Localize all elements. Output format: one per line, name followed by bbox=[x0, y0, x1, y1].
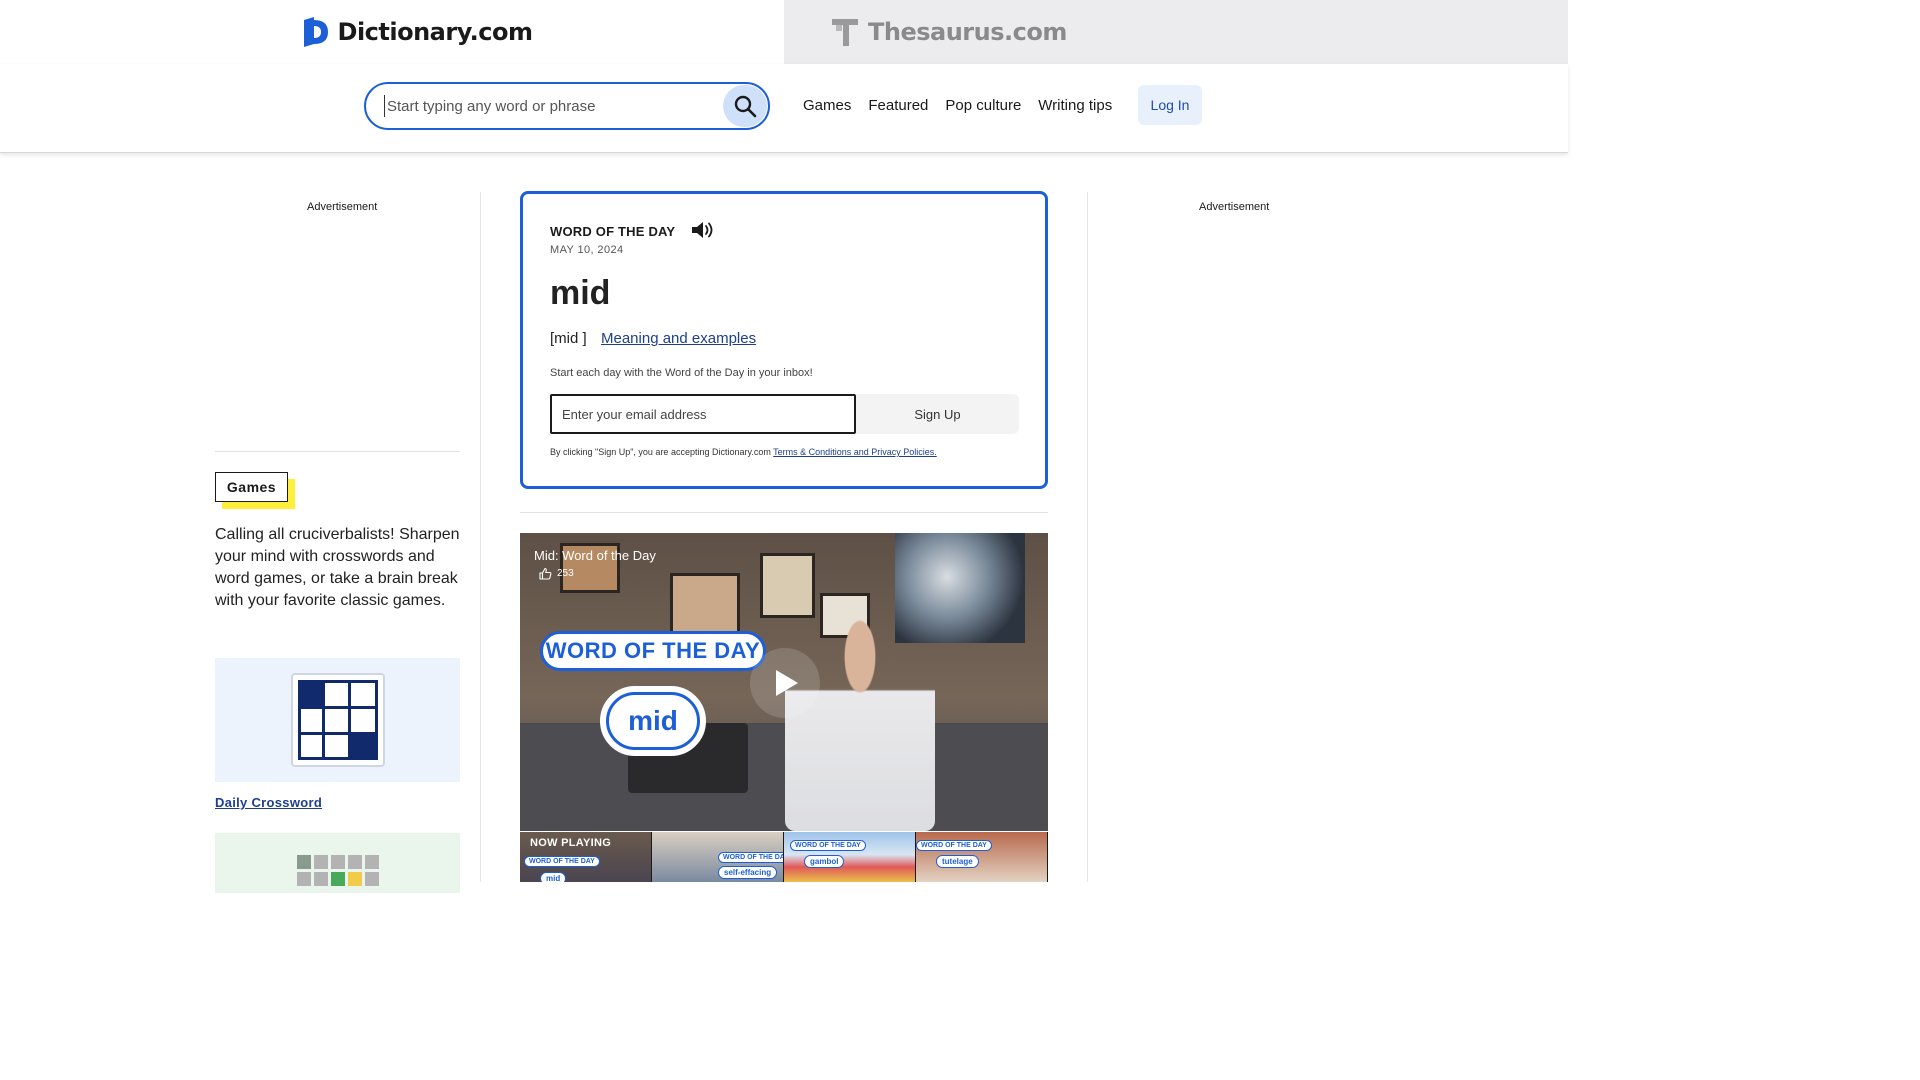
thumbs-up-icon bbox=[539, 567, 552, 580]
word-of-the-day-card: WORD OF THE DAY MAY 10, 2024 mid [mid ] … bbox=[520, 191, 1048, 489]
now-playing-label: NOW PLAYING bbox=[530, 837, 612, 849]
wotd-date: MAY 10, 2024 bbox=[550, 244, 624, 256]
right-ad-label: Advertisement bbox=[1199, 201, 1270, 213]
thumb-label: WORD OF THE DAY bbox=[916, 840, 992, 851]
legal-prefix: By clicking "Sign Up", you are accepting… bbox=[550, 447, 771, 457]
audio-button[interactable] bbox=[691, 220, 715, 245]
legal-notice: By clicking "Sign Up", you are accepting… bbox=[550, 447, 937, 457]
presenter bbox=[785, 613, 935, 831]
search-input[interactable] bbox=[384, 95, 704, 117]
play-icon bbox=[776, 670, 798, 696]
thumb-word: self-effacing bbox=[718, 866, 778, 879]
dictionary-tab[interactable]: Dictionary.com bbox=[0, 0, 784, 64]
video-player[interactable]: Mid: Word of the Day 253 WORD OF THE DAY… bbox=[520, 533, 1048, 831]
playlist-item[interactable]: WORD OF THE DAY tutelage bbox=[916, 832, 1048, 882]
thesaurus-brand-name: Thesaurus.com bbox=[868, 18, 1067, 46]
main-nav: Games Featured Pop culture Writing tips bbox=[803, 97, 1129, 114]
games-description: Calling all cruciverbalists! Sharpen you… bbox=[215, 526, 460, 609]
meaning-and-examples-link[interactable]: Meaning and examples bbox=[601, 330, 756, 347]
nav-featured[interactable]: Featured bbox=[868, 97, 928, 114]
wotd-word: mid bbox=[550, 274, 611, 312]
nav-writing-tips[interactable]: Writing tips bbox=[1038, 97, 1112, 114]
video-overlay-word: mid bbox=[606, 692, 700, 750]
couch bbox=[520, 723, 1048, 831]
word-game-card[interactable] bbox=[215, 833, 460, 893]
playlist-item[interactable]: NOW PLAYING WORD OF THE DAY mid bbox=[520, 832, 652, 882]
playlist-item[interactable]: WORD OF THE DAY gambol bbox=[784, 832, 916, 882]
dictionary-logo-icon bbox=[303, 17, 328, 47]
thumb-word: gambol bbox=[804, 855, 845, 868]
wotd-label: WORD OF THE DAY bbox=[550, 224, 676, 239]
newsletter-prompt: Start each day with the Word of the Day … bbox=[550, 367, 813, 379]
thesaurus-logo[interactable]: Thesaurus.com bbox=[832, 17, 1067, 47]
search-button[interactable] bbox=[723, 85, 767, 127]
center-separator bbox=[520, 512, 1048, 513]
thumb-word: mid bbox=[540, 872, 567, 882]
right-column-divider bbox=[1087, 192, 1088, 882]
left-column-divider bbox=[480, 192, 481, 882]
email-field-wrapper bbox=[550, 394, 856, 434]
brand-bar: Dictionary.com Thesaurus.com bbox=[0, 0, 1568, 64]
thumb-word: tutelage bbox=[936, 855, 979, 868]
video-title[interactable]: Mid: Word of the Day bbox=[534, 548, 656, 563]
sign-up-button[interactable]: Sign Up bbox=[856, 394, 1019, 434]
wall-frame bbox=[760, 553, 815, 618]
dictionary-logo[interactable]: Dictionary.com bbox=[302, 17, 533, 47]
speaker-icon bbox=[692, 222, 713, 238]
daily-crossword-link[interactable]: Daily Crossword bbox=[215, 795, 322, 810]
left-ad-label: Advertisement bbox=[307, 201, 378, 213]
terms-link[interactable]: Terms & Conditions and Privacy Policies. bbox=[773, 447, 937, 457]
likes-count: 253 bbox=[557, 568, 574, 579]
globe-poster bbox=[895, 533, 1025, 643]
thesaurus-logo-icon bbox=[832, 19, 858, 46]
login-button[interactable]: Log In bbox=[1138, 85, 1202, 125]
search-icon bbox=[734, 95, 757, 118]
thumb-label: WORD OF THE DAY bbox=[718, 852, 783, 863]
dictionary-brand-name: Dictionary.com bbox=[337, 18, 533, 46]
left-separator bbox=[215, 451, 460, 452]
video-likes[interactable]: 253 bbox=[539, 567, 574, 580]
crossword-icon bbox=[290, 673, 385, 767]
thumb-label: WORD OF THE DAY bbox=[790, 840, 866, 851]
thumb-label: WORD OF THE DAY bbox=[524, 856, 600, 867]
nav-games[interactable]: Games bbox=[803, 97, 851, 114]
word-game-icon bbox=[292, 853, 383, 893]
crossword-card[interactable] bbox=[215, 658, 460, 782]
email-field[interactable] bbox=[552, 396, 854, 432]
search-bar bbox=[364, 82, 770, 130]
site-header: Games Featured Pop culture Writing tips … bbox=[0, 64, 1568, 153]
wotd-pronunciation: [mid ] bbox=[550, 330, 587, 347]
video-overlay-word-pill: mid bbox=[600, 686, 706, 756]
playlist-strip: NOW PLAYING WORD OF THE DAY mid WORD OF … bbox=[520, 832, 1048, 882]
thesaurus-tab[interactable]: Thesaurus.com bbox=[784, 0, 1568, 64]
playlist-item[interactable]: WORD OF THE DAY self-effacing bbox=[652, 832, 784, 882]
play-button[interactable] bbox=[750, 648, 820, 718]
games-tag[interactable]: Games bbox=[215, 472, 288, 502]
nav-pop-culture[interactable]: Pop culture bbox=[945, 97, 1021, 114]
video-overlay-label: WORD OF THE DAY bbox=[540, 631, 766, 671]
